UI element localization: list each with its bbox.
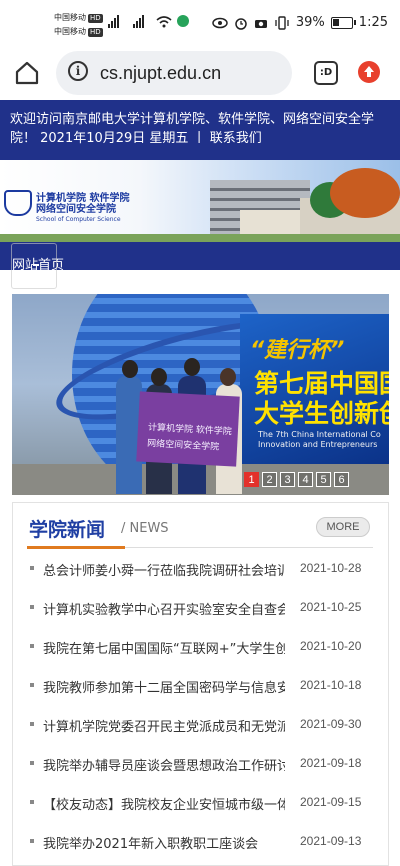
news-item-title[interactable]: 总会计师姜小舜一行莅临我院调研社会培训	[43, 560, 285, 579]
news-item-date: 2021-09-15	[300, 795, 362, 809]
bullet	[30, 644, 34, 648]
news-panel: 学院新闻 / NEWS MORE 总会计师姜小舜一行莅临我院调研社会培训 2021…	[12, 502, 389, 866]
browser-toolbar: i cs.njupt.edu.cn :D	[0, 46, 400, 100]
photo-carousel[interactable]: “建行杯” 第七届中国国 大学生创新创 The 7th China Intern…	[12, 294, 389, 495]
billboard-en: The 7th China International Co Innovation…	[258, 430, 381, 449]
home-icon[interactable]	[12, 58, 42, 88]
carousel-dot[interactable]: 6	[334, 472, 349, 487]
school-name-en: School of Computer Science	[36, 216, 121, 223]
signal-icon-2	[133, 14, 144, 28]
app-notification-icon	[177, 15, 189, 27]
bullet	[30, 605, 34, 609]
news-item-date: 2021-09-18	[300, 756, 362, 770]
alarm-icon	[235, 17, 247, 30]
vibrate-icon	[275, 15, 289, 30]
upload-icon[interactable]	[358, 61, 380, 83]
bullet	[30, 800, 34, 804]
bullet	[30, 839, 34, 843]
billboard-line2: 大学生创新创	[254, 399, 389, 428]
news-item-title[interactable]: 计算机学院党委召开民主党派成员和无党派人士座谈会	[43, 716, 285, 735]
news-item[interactable]: 总会计师姜小舜一行莅临我院调研社会培训 2021-10-28	[13, 549, 388, 587]
news-subtitle: / NEWS	[121, 521, 169, 536]
person-head	[151, 368, 167, 386]
bullet	[30, 683, 34, 687]
carousel-pagination: 1 2 3 4 5 6	[244, 472, 349, 487]
signal-icon	[108, 14, 119, 28]
school-logo[interactable]	[4, 190, 32, 216]
billboard-quote: “建行杯”	[250, 338, 345, 363]
news-item[interactable]: 我院举办辅导员座谈会暨思想政治工作研讨会 2021-09-18	[13, 744, 388, 782]
news-item-title[interactable]: 我院举办2021年新入职教职工座谈会	[43, 833, 285, 852]
news-item-title[interactable]: 【校友动态】我院校友企业安恒城市级一体化	[43, 794, 285, 813]
news-item-title[interactable]: 我院举办辅导员座谈会暨思想政治工作研讨会	[43, 755, 285, 774]
wifi-icon	[156, 16, 172, 28]
news-title: 学院新闻	[29, 519, 106, 541]
news-item[interactable]: 计算机学院党委召开民主党派成员和无党派人士座谈会 2021-09-30	[13, 705, 388, 743]
carousel-dot[interactable]: 4	[298, 472, 313, 487]
welcome-banner: 欢迎访问南京邮电大学计算机学院、软件学院、网络空间安全学院！ 2021年10月2…	[0, 100, 400, 160]
carousel-dot[interactable]: 1	[244, 472, 259, 487]
more-button[interactable]: MORE	[316, 517, 370, 537]
carousel-dot[interactable]: 3	[280, 472, 295, 487]
status-bar: 中国移动 HD 中国移动 HD 39% 1:25	[0, 0, 400, 46]
hamburger-icon	[33, 264, 39, 266]
header-banner: 计算机学院 软件学院 网络空间安全学院 School of Computer Sc…	[0, 160, 400, 242]
news-item[interactable]: 计算机实验教学中心召开实验室安全自查会议 2021-10-25	[13, 588, 388, 626]
school-name[interactable]: 计算机学院 软件学院 网络空间安全学院	[36, 193, 129, 215]
camera-icon	[254, 19, 267, 28]
bullet	[30, 722, 34, 726]
news-item-title[interactable]: 我院在第七届中国国际“互联网+”大学生创新创业大赛	[43, 638, 285, 657]
carrier-2: 中国移动 HD	[54, 27, 103, 37]
news-item-date: 2021-10-28	[300, 561, 362, 575]
battery-icon	[330, 16, 356, 29]
carousel-dot[interactable]: 2	[262, 472, 277, 487]
info-icon[interactable]: i	[68, 61, 88, 81]
menu-button[interactable]	[11, 243, 57, 289]
address-bar[interactable]: i cs.njupt.edu.cn	[56, 51, 292, 95]
person-head	[220, 368, 236, 386]
news-item[interactable]: 我院教师参加第十二届全国密码学与信息安全 2021-10-18	[13, 666, 388, 704]
news-item-title[interactable]: 我院教师参加第十二届全国密码学与信息安全	[43, 677, 285, 696]
welcome-text: 欢迎访问南京邮电大学计算机学院、软件学院、网络空间安全学院！ 2021年10月2…	[10, 112, 375, 146]
news-item-date: 2021-10-20	[300, 639, 362, 653]
person-head	[122, 360, 138, 378]
news-item[interactable]: 我院举办2021年新入职教职工座谈会 2021-09-13	[13, 822, 388, 860]
person-head	[184, 358, 200, 376]
grass	[0, 234, 400, 242]
school-flag: 计算机学院 软件学院 网络空间安全学院	[136, 391, 240, 467]
carousel-dot[interactable]: 5	[316, 472, 331, 487]
tree-illustration-2	[330, 168, 400, 218]
news-item-date: 2021-10-25	[300, 600, 362, 614]
news-item[interactable]: 【校友动态】我院校友企业安恒城市级一体化 2021-09-15	[13, 783, 388, 821]
battery-percent: 39%	[295, 15, 325, 30]
news-item-date: 2021-09-30	[300, 717, 362, 731]
eye-icon	[212, 17, 228, 28]
news-item-date: 2021-09-13	[300, 834, 362, 848]
tabs-button[interactable]: :D	[314, 61, 338, 85]
news-item[interactable]: 我院在第七届中国国际“互联网+”大学生创新创业大赛 2021-10-20	[13, 627, 388, 665]
clock: 1:25	[358, 15, 388, 30]
carrier-1: 中国移动 HD	[54, 13, 103, 23]
nav-bar: 网站首页	[0, 242, 400, 273]
bullet	[30, 761, 34, 765]
news-item-title[interactable]: 计算机实验教学中心召开实验室安全自查会议	[43, 599, 285, 618]
bullet	[30, 566, 34, 570]
news-item-date: 2021-10-18	[300, 678, 362, 692]
url-text[interactable]: cs.njupt.edu.cn	[100, 63, 221, 84]
